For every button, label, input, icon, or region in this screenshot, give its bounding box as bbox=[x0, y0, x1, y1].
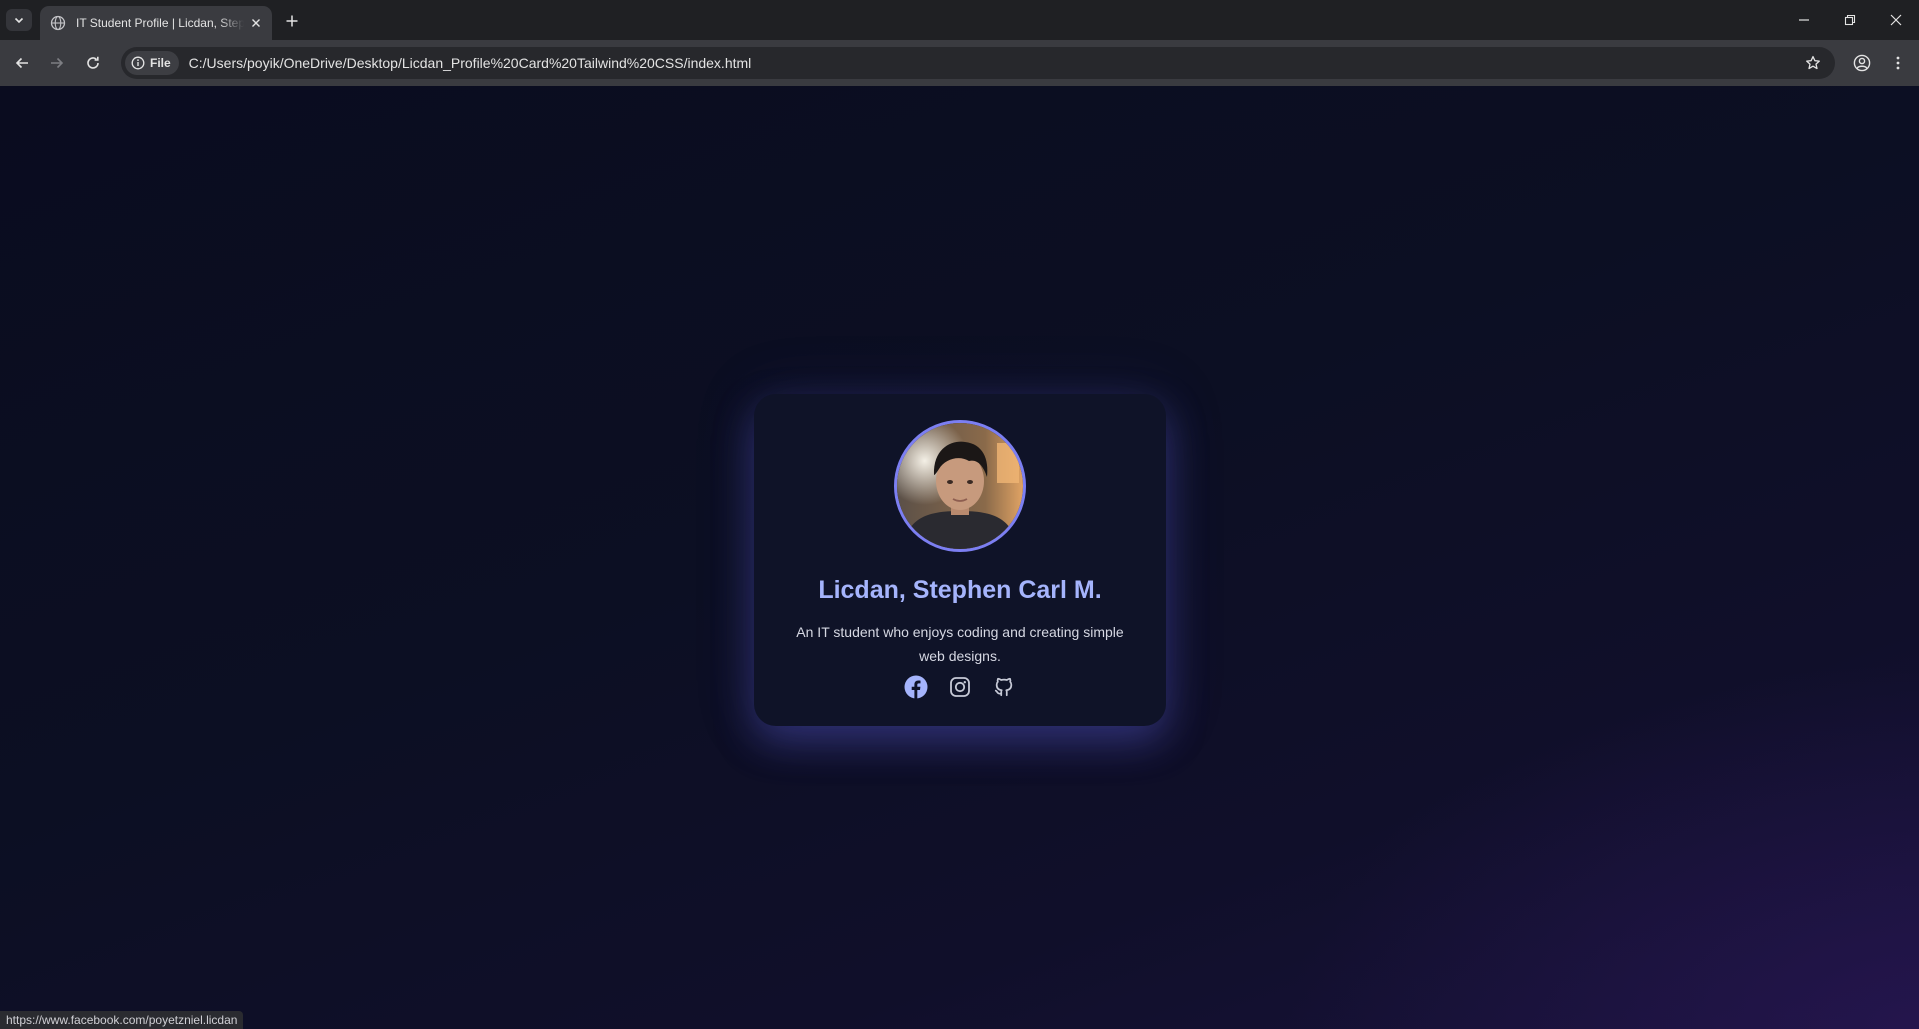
reload-icon bbox=[87, 56, 99, 69]
tab-search-button[interactable] bbox=[6, 9, 32, 31]
profile-photo bbox=[897, 423, 1023, 549]
status-bar-url: https://www.facebook.com/poyetzniel.licd… bbox=[0, 1011, 244, 1029]
site-info-chip[interactable]: File bbox=[125, 51, 179, 75]
profile-button[interactable] bbox=[1850, 51, 1874, 75]
site-chip-label: File bbox=[150, 56, 171, 70]
profile-card: Licdan, Stephen Carl M. An IT student wh… bbox=[754, 394, 1166, 726]
close-icon bbox=[1890, 14, 1902, 26]
social-links bbox=[754, 674, 1166, 702]
new-tab-button[interactable] bbox=[281, 10, 303, 32]
minimize-button[interactable] bbox=[1781, 0, 1827, 40]
globe-icon bbox=[50, 15, 66, 31]
plus-icon bbox=[286, 15, 298, 27]
url-text[interactable]: C:/Users/poyik/OneDrive/Desktop/Licdan_P… bbox=[189, 55, 752, 71]
close-window-button[interactable] bbox=[1873, 0, 1919, 40]
github-link[interactable] bbox=[991, 674, 1017, 700]
avatar bbox=[894, 420, 1026, 552]
arrow-left-icon bbox=[15, 57, 28, 69]
profile-name: Licdan, Stephen Carl M. bbox=[818, 576, 1102, 604]
more-vertical-icon bbox=[1896, 56, 1900, 70]
tab-strip: IT Student Profile | Licdan, Stephen Car… bbox=[0, 0, 1919, 40]
star-icon bbox=[1806, 55, 1820, 70]
restore-icon bbox=[1844, 14, 1856, 26]
menu-button[interactable] bbox=[1886, 51, 1910, 75]
page-viewport: Licdan, Stephen Carl M. An IT student wh… bbox=[0, 86, 1919, 1029]
browser-tab[interactable]: IT Student Profile | Licdan, Stephen Car… bbox=[40, 6, 272, 40]
forward-button[interactable] bbox=[45, 51, 69, 75]
arrow-right-icon bbox=[51, 57, 64, 69]
close-tab-icon[interactable] bbox=[248, 15, 264, 31]
info-icon bbox=[131, 56, 145, 70]
bookmark-button[interactable] bbox=[1803, 53, 1823, 73]
profile-bio: An IT student who enjoys coding and crea… bbox=[796, 624, 1124, 664]
chevron-down-icon bbox=[14, 17, 24, 24]
instagram-link[interactable] bbox=[947, 674, 973, 700]
reload-button[interactable] bbox=[81, 51, 105, 75]
back-button[interactable] bbox=[10, 51, 34, 75]
browser-toolbar: File C:/Users/poyik/OneDrive/Desktop/Lic… bbox=[0, 40, 1919, 86]
instagram-icon bbox=[950, 677, 970, 697]
account-icon bbox=[1853, 54, 1871, 72]
minimize-icon bbox=[1799, 19, 1809, 21]
tab-title: IT Student Profile | Licdan, Stephen Car… bbox=[76, 16, 244, 30]
github-icon bbox=[994, 677, 1013, 697]
address-bar[interactable]: File C:/Users/poyik/OneDrive/Desktop/Lic… bbox=[121, 47, 1835, 79]
facebook-link[interactable] bbox=[903, 674, 929, 700]
facebook-icon bbox=[904, 675, 928, 699]
restore-button[interactable] bbox=[1827, 0, 1873, 40]
